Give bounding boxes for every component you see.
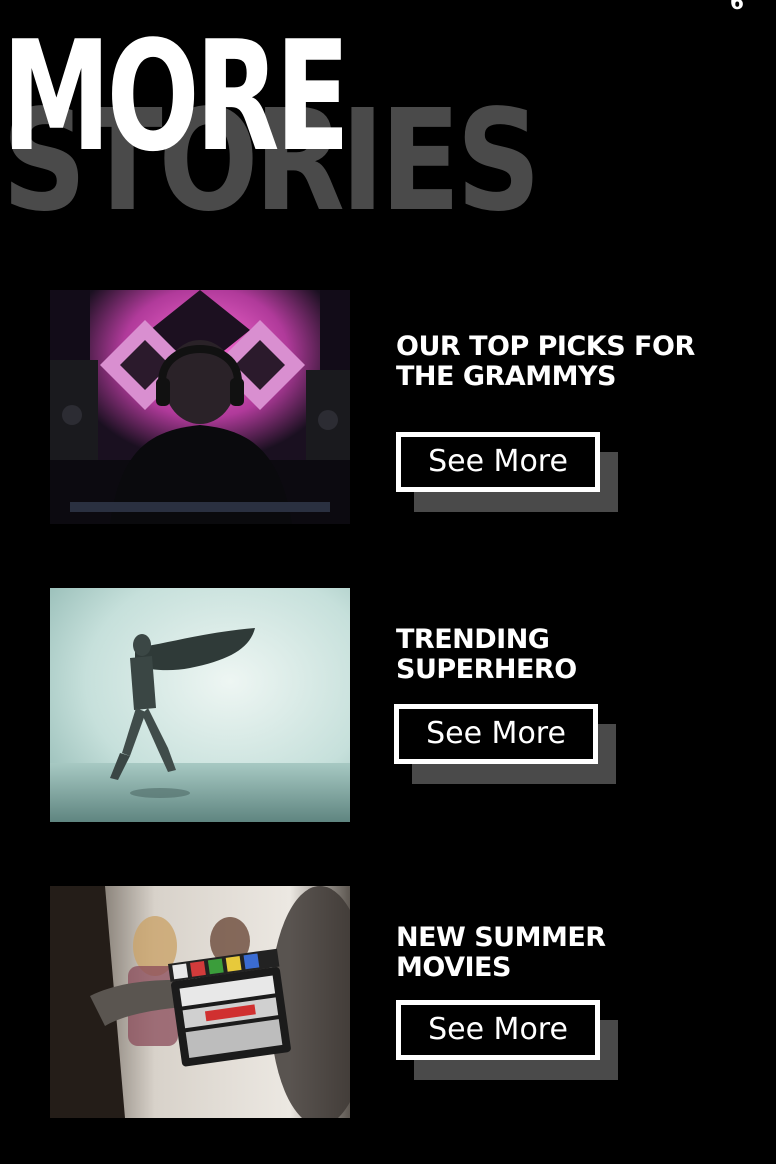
more-stories-page: 6 STORIES MORE OUR TOP PICKS FOR THE GRA… xyxy=(0,0,776,1164)
see-more-grammys: See More xyxy=(396,432,618,512)
see-more-button[interactable]: See More xyxy=(396,432,600,492)
story-title-line-1: TRENDING xyxy=(396,624,550,655)
story-image-studio[interactable] xyxy=(50,290,350,524)
see-more-summer-movies: See More xyxy=(396,1000,618,1080)
see-more-button[interactable]: See More xyxy=(396,1000,600,1060)
clapperboard-photo xyxy=(50,886,350,1118)
studio-photo xyxy=(50,290,350,524)
story-card-grammys: OUR TOP PICKS FOR THE GRAMMYS See More xyxy=(0,290,776,530)
story-title-line-2: THE GRAMMYS xyxy=(396,361,616,392)
story-image-clapperboard[interactable] xyxy=(50,886,350,1118)
heading-more: MORE xyxy=(2,8,350,185)
story-title-grammys: OUR TOP PICKS FOR THE GRAMMYS xyxy=(396,332,716,392)
see-more-superhero: See More xyxy=(394,704,616,784)
story-title-summer-movies: NEW SUMMER MOVIES xyxy=(396,923,716,983)
story-title-line-1: NEW SUMMER xyxy=(396,922,606,953)
story-card-superhero: TRENDING SUPERHERO See More xyxy=(0,588,776,828)
story-title-line-1: OUR TOP PICKS FOR xyxy=(396,331,695,362)
story-image-superhero[interactable] xyxy=(50,588,350,822)
story-title-line-2: MOVIES xyxy=(396,952,511,983)
superhero-photo xyxy=(50,588,350,822)
corner-glyph: 6 xyxy=(730,0,744,14)
see-more-button[interactable]: See More xyxy=(394,704,598,764)
story-title-superhero: TRENDING SUPERHERO xyxy=(396,625,716,685)
story-card-summer-movies: NEW SUMMER MOVIES See More xyxy=(0,886,776,1126)
story-title-line-2: SUPERHERO xyxy=(396,654,577,685)
